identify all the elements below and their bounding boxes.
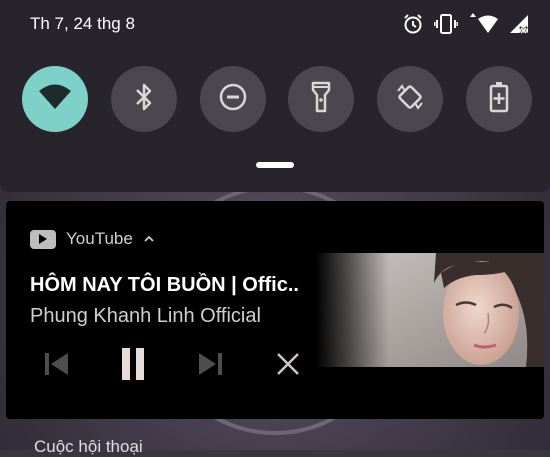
flashlight-icon — [310, 81, 332, 118]
album-art-fade — [316, 253, 544, 367]
wifi-icon — [38, 83, 72, 116]
app-name: YouTube — [66, 229, 133, 248]
status-bar: Th 7, 24 thg 8 — [30, 12, 530, 36]
vibrate-icon — [434, 13, 458, 35]
next-icon — [196, 349, 226, 384]
tile-flashlight[interactable] — [288, 66, 355, 132]
background-peek-text: Cuộc hội thoại — [34, 437, 143, 456]
album-art — [316, 253, 544, 367]
status-icons — [402, 12, 530, 36]
pause-button[interactable] — [113, 346, 153, 386]
cell-signal-icon — [508, 13, 530, 35]
wifi-icon — [468, 13, 498, 35]
previous-icon — [41, 349, 71, 384]
tile-battery-saver[interactable] — [465, 66, 532, 132]
pause-icon — [118, 347, 148, 386]
media-controls — [36, 346, 306, 386]
notification-header[interactable]: YouTube — [30, 229, 155, 249]
youtube-icon — [30, 229, 56, 249]
song-artist: Phung Khanh Linh Official — [30, 305, 261, 327]
battery-saver-icon — [488, 81, 510, 118]
media-notification[interactable]: YouTube HÔM NAY TÔI BUỒN | Offic.. Phung… — [6, 201, 544, 419]
quick-settings-panel: Th 7, 24 thg 8 — [0, 0, 550, 192]
do-not-disturb-icon — [218, 82, 248, 117]
chevron-up-icon[interactable] — [143, 229, 155, 249]
close-button[interactable] — [268, 346, 308, 386]
auto-rotate-icon — [394, 81, 426, 118]
bluetooth-icon — [133, 82, 155, 117]
song-title: HÔM NAY TÔI BUỒN | Offic.. — [30, 274, 299, 296]
alarm-icon — [402, 13, 424, 35]
panel-drag-handle[interactable] — [256, 162, 294, 168]
tile-do-not-disturb[interactable] — [199, 66, 266, 132]
close-icon — [275, 351, 301, 382]
tile-bluetooth[interactable] — [110, 66, 177, 132]
status-date: Th 7, 24 thg 8 — [30, 14, 135, 33]
tile-auto-rotate[interactable] — [377, 66, 444, 132]
next-button[interactable] — [191, 346, 231, 386]
previous-button[interactable] — [36, 346, 76, 386]
quick-settings-tiles — [22, 66, 532, 132]
tile-wifi[interactable] — [22, 66, 88, 132]
